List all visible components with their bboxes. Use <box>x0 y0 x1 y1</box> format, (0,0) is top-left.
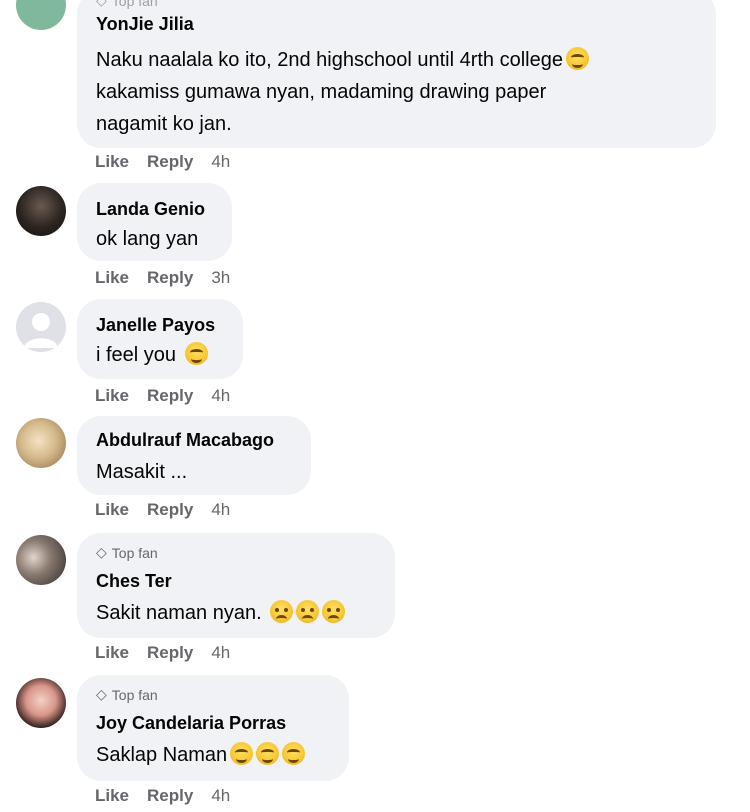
comment-bubble: ◇ Top fan Ches Ter Sakit naman nyan. <box>77 533 395 638</box>
smiling-face-emoji <box>282 742 306 765</box>
diamond-icon: ◇ <box>96 686 107 702</box>
diamond-icon: ◇ <box>96 0 107 8</box>
comment-bubble: Janelle Payos i feel you <box>77 299 243 379</box>
like-button[interactable]: Like <box>95 643 129 663</box>
comment-timestamp[interactable]: 4h <box>211 500 230 520</box>
comment-author[interactable]: Abdulrauf Macabago <box>96 430 274 451</box>
smiling-face-emoji <box>256 742 280 765</box>
reply-button[interactable]: Reply <box>147 786 193 806</box>
comment-actions: Like Reply 4h <box>95 643 230 663</box>
smiling-face-emoji <box>565 47 589 70</box>
comment-text: Sakit naman nyan. <box>96 597 346 629</box>
comment-author[interactable]: Ches Ter <box>96 571 172 592</box>
comment-author[interactable]: Joy Candelaria Porras <box>96 713 286 734</box>
reply-button[interactable]: Reply <box>147 386 193 406</box>
comment-text: i feel you <box>96 339 208 371</box>
sad-face-emoji <box>270 600 294 623</box>
sad-face-emoji <box>296 600 320 623</box>
reply-button[interactable]: Reply <box>147 152 193 172</box>
like-button[interactable]: Like <box>95 268 129 288</box>
sad-face-emoji <box>322 600 346 623</box>
comment-author[interactable]: Janelle Payos <box>96 315 215 336</box>
diamond-icon: ◇ <box>96 544 107 560</box>
comment-bubble: Abdulrauf Macabago Masakit ... <box>77 416 311 495</box>
comment-timestamp[interactable]: 4h <box>211 152 230 172</box>
avatar[interactable] <box>16 535 66 585</box>
comment-bubble: Landa Genio ok lang yan <box>77 183 232 261</box>
comment-text-line: nagamit ko jan. <box>96 113 232 135</box>
comment-text: Saklap Naman <box>96 739 306 771</box>
reply-button[interactable]: Reply <box>147 268 193 288</box>
like-button[interactable]: Like <box>95 500 129 520</box>
comment-actions: Like Reply 3h <box>95 268 230 288</box>
top-fan-badge: ◇ Top fan <box>96 686 158 703</box>
comment-timestamp[interactable]: 4h <box>211 386 230 406</box>
comment-timestamp[interactable]: 4h <box>211 643 230 663</box>
like-button[interactable]: Like <box>95 152 129 172</box>
comment-text: Naku naalala ko ito, 2nd highschool unti… <box>96 44 589 76</box>
comment-author[interactable]: YonJie Jilia <box>96 14 194 35</box>
avatar[interactable] <box>16 0 66 30</box>
top-fan-badge: ◇ Top fan <box>96 0 158 9</box>
comment-actions: Like Reply 4h <box>95 386 230 406</box>
top-fan-badge: ◇ Top fan <box>96 544 158 561</box>
smiling-face-emoji <box>184 342 208 365</box>
avatar[interactable] <box>16 418 66 468</box>
like-button[interactable]: Like <box>95 386 129 406</box>
avatar[interactable] <box>16 678 66 728</box>
avatar[interactable] <box>16 186 66 236</box>
comment-actions: Like Reply 4h <box>95 786 230 806</box>
comment-text: Masakit ... <box>96 461 188 483</box>
default-avatar-icon[interactable] <box>16 302 66 352</box>
comment-timestamp[interactable]: 3h <box>211 268 230 288</box>
comment-bubble: ◇ Top fan YonJie Jilia Naku naalala ko i… <box>77 0 716 148</box>
comment-bubble: ◇ Top fan Joy Candelaria Porras Saklap N… <box>77 675 349 781</box>
comment-author[interactable]: Landa Genio <box>96 199 205 220</box>
reply-button[interactable]: Reply <box>147 500 193 520</box>
reply-button[interactable]: Reply <box>147 643 193 663</box>
comment-text: ok lang yan <box>96 228 199 250</box>
comment-actions: Like Reply 4h <box>95 500 230 520</box>
comment-text-line: kakamiss gumawa nyan, madaming drawing p… <box>96 81 547 103</box>
comment-actions: Like Reply 4h <box>95 152 230 172</box>
like-button[interactable]: Like <box>95 786 129 806</box>
comment-timestamp[interactable]: 4h <box>211 786 230 806</box>
smiling-face-emoji <box>230 742 254 765</box>
